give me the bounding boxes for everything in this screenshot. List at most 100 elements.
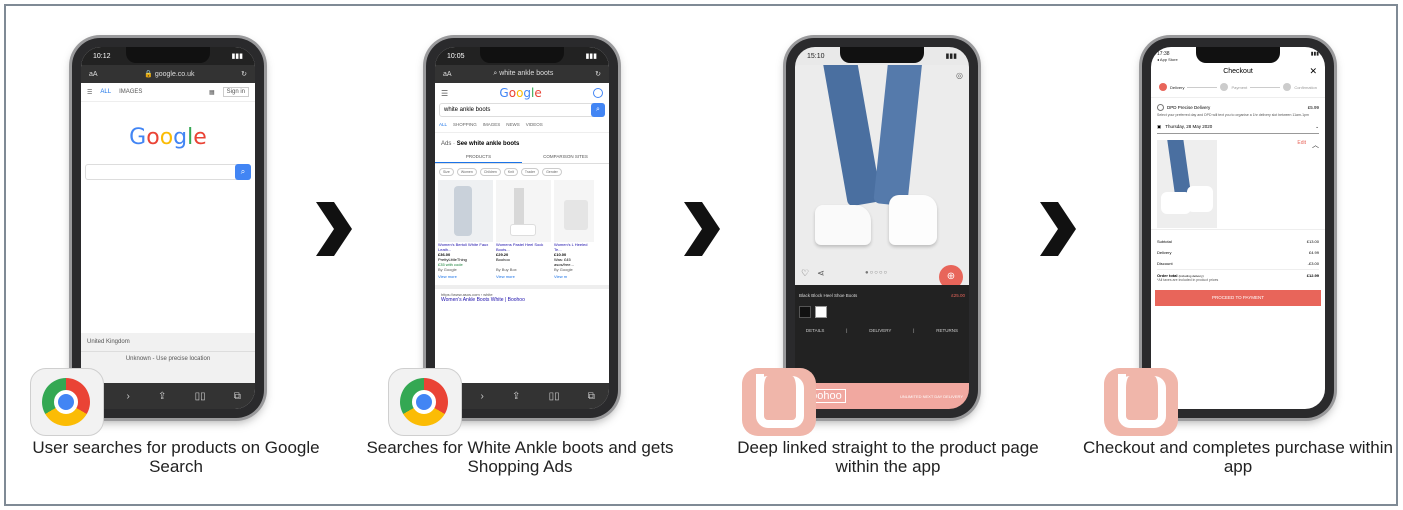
tabs-icon[interactable]: ⧉ bbox=[588, 391, 595, 402]
product-card[interactable]: Women's L Heeled Te... £10.00 Was: £45 a… bbox=[554, 180, 594, 279]
page-footer: United Kingdom Unknown - Use precise loc… bbox=[81, 333, 255, 383]
tab-shopping[interactable]: SHOPPING bbox=[453, 122, 477, 127]
proceed-to-payment-button[interactable]: PROCEED TO PAYMENT bbox=[1155, 289, 1321, 306]
product-card[interactable]: Womens Pastel Heel Sock Boots... £29.20 … bbox=[496, 180, 551, 279]
forward-icon[interactable]: › bbox=[127, 391, 130, 402]
result-title[interactable]: Women's Ankle Boots White | Boohoo bbox=[441, 297, 603, 303]
tab-news[interactable]: NEWS bbox=[506, 122, 520, 127]
safari-toolbar: ‹ › ⇪ ▯▯ ⧉ bbox=[81, 383, 255, 409]
tab-all[interactable]: ALL bbox=[100, 89, 111, 95]
summary-value: -£3.00 bbox=[1307, 260, 1319, 266]
filter-chip[interactable]: Women bbox=[456, 168, 477, 176]
phone-screen: 15:10 ▮▮▮ ◎ ♡ ⋖ ●○○○○ ⊕ Black Block Heel… bbox=[795, 47, 969, 409]
summary-value: £4.99 bbox=[1308, 249, 1319, 255]
menu-icon[interactable]: ☰ bbox=[87, 89, 92, 96]
phone-notch bbox=[480, 47, 564, 63]
text-size-button[interactable]: aA bbox=[89, 71, 98, 78]
chevron-up-icon[interactable]: ︿ bbox=[1312, 140, 1319, 229]
product-title: Women's Bertoli White Faux Leath... bbox=[438, 242, 489, 252]
filter-chip[interactable]: Trader bbox=[520, 168, 540, 176]
url-bar[interactable]: aA ⌕ white ankle boots ↻ bbox=[435, 65, 609, 83]
product-card[interactable]: Women's Bertoli White Faux Leath... £36.… bbox=[438, 180, 493, 279]
filter-chip[interactable]: Knit bbox=[503, 168, 518, 176]
product-view-more[interactable]: View m bbox=[554, 274, 594, 279]
subtab-products[interactable]: PRODUCTS bbox=[435, 151, 522, 163]
bookmarks-icon[interactable]: ▯▯ bbox=[549, 391, 560, 402]
share-icon[interactable]: ⇪ bbox=[512, 391, 520, 402]
carousel-dots[interactable]: ●○○○○ bbox=[865, 270, 888, 276]
edit-link[interactable]: Edit bbox=[1297, 140, 1306, 229]
text-size-button[interactable]: aA bbox=[443, 71, 452, 78]
signal-icon: ▮▮▮ bbox=[585, 53, 597, 60]
add-to-bag-icon[interactable]: ⊕ bbox=[939, 265, 963, 285]
subtab-comparison-sites[interactable]: COMPARISON SITES bbox=[522, 151, 609, 163]
search-icon[interactable]: ⌕ bbox=[591, 103, 605, 117]
search-icon[interactable]: ⌕ bbox=[235, 164, 251, 180]
product-image bbox=[496, 180, 551, 242]
delivery-option-name: DPD Precise Delivery bbox=[1167, 105, 1211, 110]
heart-icon[interactable]: ♡ bbox=[801, 268, 809, 279]
tab-all[interactable]: ALL bbox=[439, 122, 447, 127]
signal-icon: ▮▮▮ bbox=[1310, 51, 1319, 57]
menu-icon[interactable]: ☰ bbox=[441, 89, 448, 98]
tabs-icon[interactable]: ⧉ bbox=[234, 391, 241, 402]
close-icon[interactable]: ✕ bbox=[1309, 66, 1317, 77]
search-input[interactable]: white ankle boots ⌕ bbox=[439, 103, 605, 117]
step-checkout: 17:38 ▮▮▮ ◂ App Store Checkout ✕ Deliver… bbox=[1060, 6, 1400, 508]
tab-delivery[interactable]: DELIVERY bbox=[869, 328, 891, 333]
step-caption: User searches for products on Google Sea… bbox=[32, 438, 320, 476]
filter-chip[interactable]: Size bbox=[439, 168, 454, 176]
filter-chip[interactable]: Gender bbox=[542, 168, 562, 176]
status-time: 10:12 bbox=[93, 52, 111, 60]
forward-icon[interactable]: › bbox=[481, 391, 484, 402]
google-tab-row: ☰ ALL IMAGES ▦ Sign in bbox=[81, 83, 255, 102]
step-dot bbox=[1220, 83, 1229, 91]
tab-images[interactable]: IMAGES bbox=[119, 89, 142, 95]
share-icon[interactable]: ⇪ bbox=[158, 391, 166, 402]
share-icon[interactable]: ⋖ bbox=[817, 268, 825, 279]
product-by: By Google bbox=[438, 267, 457, 272]
delivery-option[interactable]: DPD Precise Delivery £5.99 bbox=[1151, 97, 1325, 113]
footer-location[interactable]: Unknown - Use precise location bbox=[81, 351, 255, 362]
eye-icon[interactable]: ◎ bbox=[956, 71, 963, 80]
product-info-row: Black Block Heel Shoe Boots £25.00 bbox=[795, 285, 969, 302]
phone-notch bbox=[840, 47, 924, 63]
product-view-more[interactable]: View more bbox=[496, 274, 551, 279]
filter-chips: Size Women Children Knit Trader Gender bbox=[435, 164, 609, 180]
bookmarks-icon[interactable]: ▯▯ bbox=[195, 391, 206, 402]
reload-icon[interactable]: ↻ bbox=[241, 70, 247, 78]
product-view-more[interactable]: View more bbox=[438, 274, 493, 279]
radio-button[interactable] bbox=[1157, 104, 1164, 111]
status-time: 10:05 bbox=[447, 52, 465, 60]
vat-note: *All taxes are included in product price… bbox=[1157, 277, 1219, 282]
ads-heading: See white ankle boots bbox=[456, 141, 520, 147]
filter-chip[interactable]: Children bbox=[479, 168, 501, 176]
tab-returns[interactable]: RETURNS bbox=[936, 328, 958, 333]
url-bar[interactable]: aA 🔒 google.co.uk ↻ bbox=[81, 65, 255, 83]
sign-in-button[interactable]: Sign in bbox=[222, 87, 249, 97]
product-price: £25.00 bbox=[951, 293, 965, 298]
reload-icon[interactable]: ↻ bbox=[595, 70, 601, 78]
date-select[interactable]: ▣ Thursday, 28 May 2020 ⌄ bbox=[1157, 124, 1319, 134]
lock-icon: 🔒 bbox=[144, 71, 153, 78]
organic-result[interactable]: https://www.asos.com › white Women's Ank… bbox=[435, 285, 609, 306]
search-input[interactable]: ⌕ bbox=[85, 164, 251, 180]
step-caption: Deep linked straight to the product page… bbox=[737, 438, 1039, 476]
summary-label: Delivery bbox=[1157, 249, 1172, 255]
account-icon[interactable] bbox=[593, 88, 603, 98]
google-logo: Google bbox=[499, 86, 542, 100]
apps-icon[interactable]: ▦ bbox=[209, 89, 215, 96]
product-title: Women's L Heeled Te... bbox=[554, 242, 588, 252]
phone-product-page: 15:10 ▮▮▮ ◎ ♡ ⋖ ●○○○○ ⊕ Black Block Heel… bbox=[786, 38, 978, 418]
swatch-black[interactable] bbox=[799, 306, 811, 318]
tab-videos[interactable]: VIDEOS bbox=[526, 122, 543, 127]
brand-banner[interactable]: boohoo UNLIMITED NEXT DAY DELIVERY bbox=[795, 383, 969, 409]
boohoo-app-icon bbox=[1104, 368, 1178, 436]
phone-screen: 17:38 ▮▮▮ ◂ App Store Checkout ✕ Deliver… bbox=[1151, 47, 1325, 409]
tab-images[interactable]: IMAGES bbox=[483, 122, 501, 127]
checkout-header: Checkout ✕ bbox=[1151, 62, 1325, 81]
swatch-white[interactable] bbox=[815, 306, 827, 318]
tab-details[interactable]: DETAILS bbox=[806, 328, 824, 333]
page-title: Checkout bbox=[1223, 68, 1253, 75]
step-caption: Checkout and completes purchase within a… bbox=[1083, 438, 1393, 476]
